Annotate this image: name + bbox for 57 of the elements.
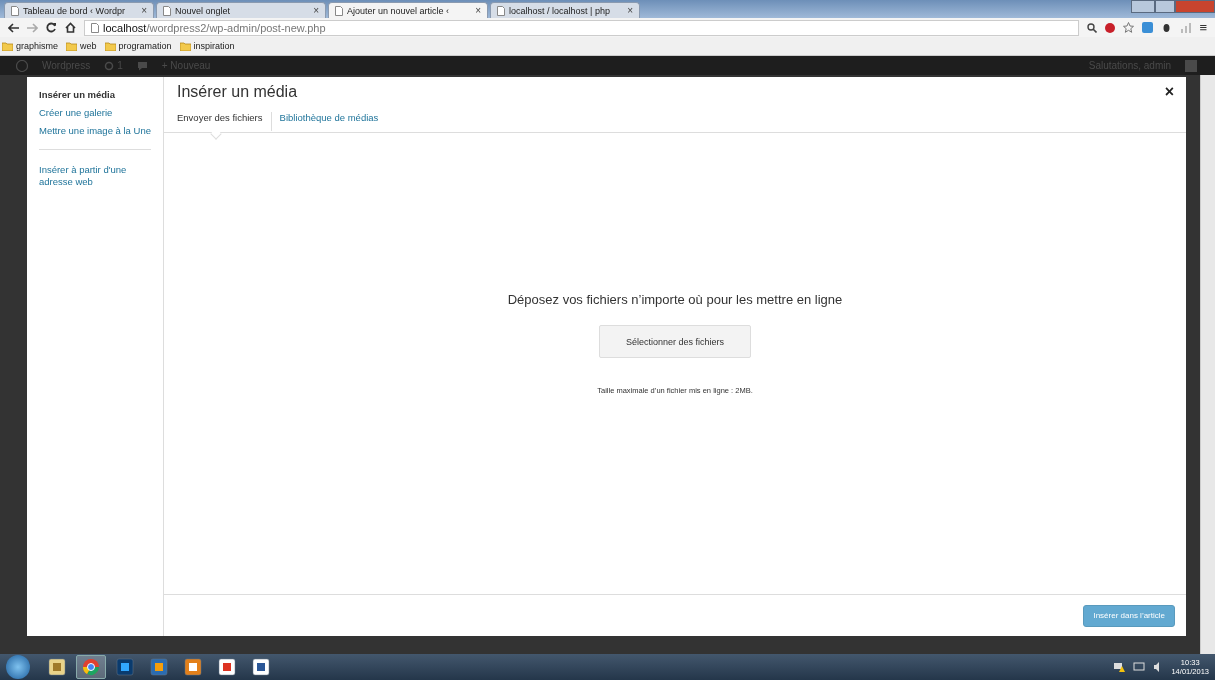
close-icon[interactable]: ×	[313, 5, 319, 16]
star-icon[interactable]	[1123, 22, 1135, 33]
url-host: localhost	[103, 21, 147, 34]
maximize-button[interactable]	[1155, 0, 1175, 13]
scrollbar[interactable]	[1200, 75, 1215, 654]
page-icon	[335, 5, 343, 16]
close-icon[interactable]: ×	[627, 5, 633, 16]
bookmark-label: inspiration	[193, 41, 235, 51]
sidebar-item[interactable]: Créer une galerie	[39, 106, 151, 119]
menu-icon[interactable]: ≡	[1199, 20, 1207, 35]
url-path: /wordpress2/wp-admin/post-new.php	[146, 21, 326, 34]
select-files-button[interactable]: Sélectionner des fichiers	[599, 325, 751, 358]
page-icon	[497, 5, 505, 16]
drop-text: Déposez vos fichiers n’importe où pour les mettre en ligne	[507, 292, 843, 307]
bookmark-label: programation	[118, 41, 172, 51]
bookmark[interactable]: graphisme	[2, 41, 59, 51]
bookmark-label: web	[80, 41, 97, 51]
browser-tab[interactable]: Nouvel onglet ×	[156, 2, 326, 18]
flag-icon[interactable]	[1113, 661, 1126, 673]
folder-icon	[179, 41, 191, 51]
browser-tab[interactable]: Ajouter un nouvel article ‹ ×	[328, 2, 488, 18]
close-icon[interactable]: ×	[141, 5, 147, 16]
start-button[interactable]	[6, 655, 30, 679]
page-icon	[11, 5, 19, 16]
sidebar-item[interactable]: Mettre une image à la Une	[39, 124, 151, 137]
tab-title: Ajouter un nouvel article ‹	[347, 5, 451, 16]
tab-title: localhost / localhost | php	[509, 5, 611, 16]
folder-icon	[47, 658, 67, 676]
close-icon[interactable]: ×	[475, 5, 481, 16]
page-icon	[91, 22, 99, 33]
modal-title: Insérer un média	[177, 83, 299, 101]
tab-title: Tableau de bord ‹ Wordpr	[23, 5, 126, 16]
bookmark-label: graphisme	[16, 41, 59, 51]
modal-tab[interactable]: Envoyer des fichiers	[177, 111, 272, 131]
home-icon[interactable]	[65, 22, 76, 33]
browser-icon	[81, 658, 101, 676]
browser-tab[interactable]: localhost / localhost | php ×	[490, 2, 640, 18]
network-icon[interactable]	[1133, 662, 1146, 672]
folder-icon	[66, 41, 78, 51]
folder-icon	[104, 41, 116, 51]
modal-tab[interactable]: Bibliothèque de médias	[279, 111, 387, 131]
address-field[interactable]: localhost/wordpress2/wp-admin/post-new.php	[84, 19, 1080, 36]
browser-tab[interactable]: Tableau de bord ‹ Wordpr ×	[4, 2, 154, 18]
bookmark[interactable]: programation	[104, 41, 172, 51]
reload-icon[interactable]	[46, 22, 57, 33]
back-icon[interactable]	[8, 22, 19, 33]
page-icon	[163, 5, 171, 16]
close-button[interactable]: ×	[1164, 83, 1174, 101]
sidebar-item[interactable]: Insérer à partir d'une adresse web	[39, 163, 151, 188]
minimize-button[interactable]	[1131, 0, 1155, 13]
tab-title: Nouvel onglet	[175, 5, 232, 16]
folder-icon	[2, 41, 13, 51]
zoom-icon[interactable]	[1087, 22, 1098, 33]
extension-icon[interactable]	[1105, 22, 1116, 33]
bookmark[interactable]: inspiration	[179, 41, 235, 51]
sidebar-item[interactable]: Insérer un média	[39, 89, 151, 101]
bookmark[interactable]: web	[66, 41, 97, 51]
